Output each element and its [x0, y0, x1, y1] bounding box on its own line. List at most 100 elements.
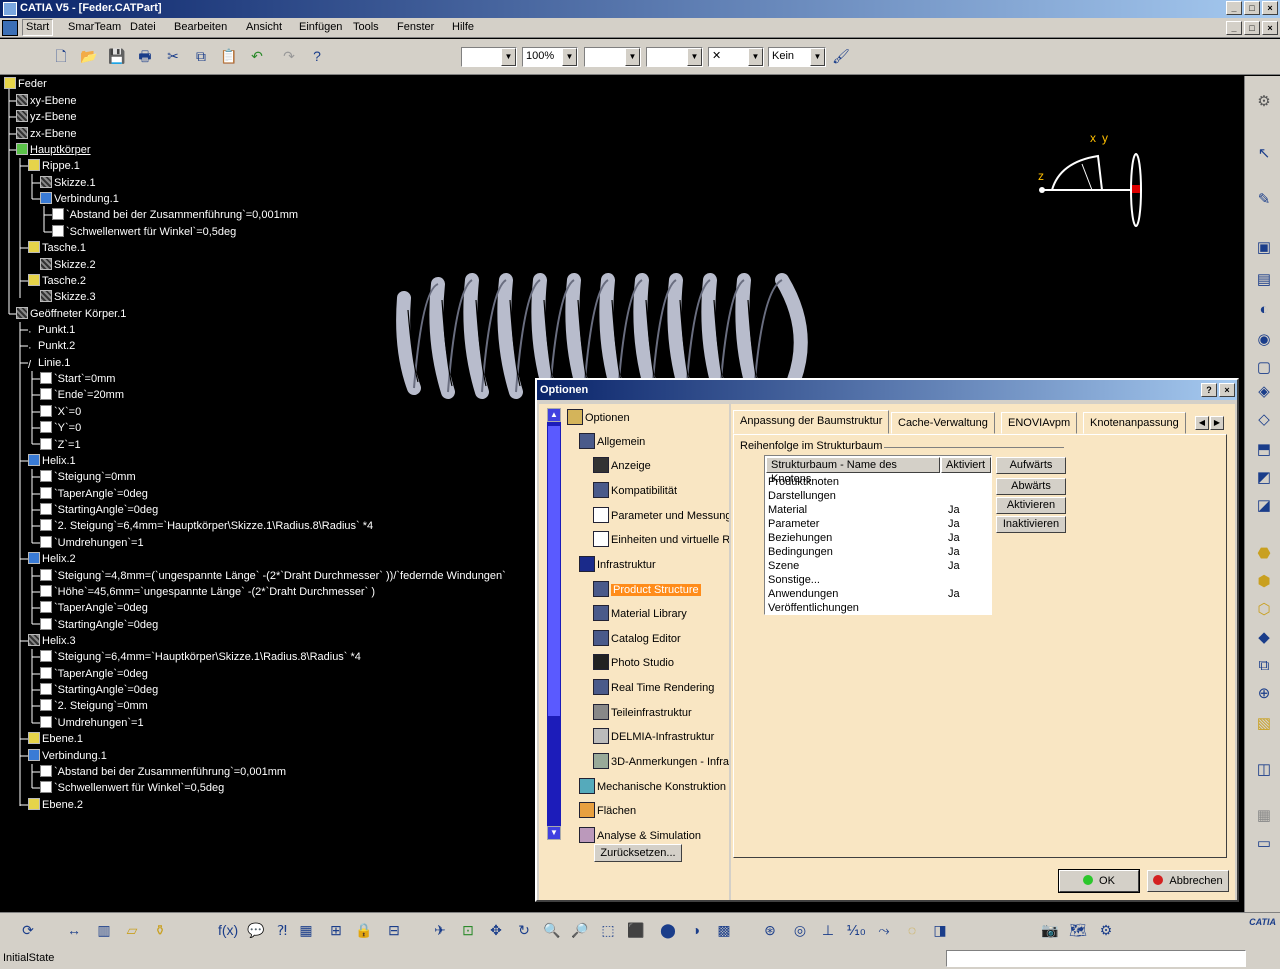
zoom-in-icon[interactable]: 🔍 — [542, 920, 562, 940]
ok-button[interactable]: OK — [1058, 869, 1140, 893]
pad-icon[interactable]: ▣ — [1254, 238, 1274, 258]
tree-node[interactable]: xy-Ebene — [16, 93, 76, 109]
zoom-combo[interactable]: 100% ▼ — [522, 47, 578, 67]
mirror-icon[interactable]: ⧉ — [1254, 656, 1274, 676]
tree-node[interactable]: Tasche.2 — [28, 273, 86, 289]
tab-node-customization[interactable]: Knotenanpassung — [1083, 412, 1186, 434]
knowledge-icon[interactable]: 💬 — [246, 920, 266, 940]
swap-space-icon[interactable]: ▩ — [714, 920, 734, 940]
close-button[interactable]: × — [1262, 1, 1278, 15]
activate-button[interactable]: Aktivieren — [996, 497, 1066, 514]
tree-node[interactable]: Ebene.2 — [28, 797, 83, 813]
tree-node[interactable]: `Abstand bei der Zusammenführung`=0,001m… — [40, 764, 286, 780]
catia-app-icon[interactable] — [3, 2, 17, 16]
plane-tool-icon[interactable]: ▱ — [122, 920, 142, 940]
save-icon[interactable]: 💾 — [108, 47, 126, 65]
doc-close-button[interactable]: × — [1262, 21, 1278, 35]
tree-node[interactable]: `Start`=0mm — [40, 371, 115, 387]
apply-material-icon[interactable]: ◨ — [930, 920, 950, 940]
mass-icon[interactable]: ⚱ — [150, 920, 170, 940]
tree-node[interactable]: `Abstand bei der Zusammenführung`=0,001m… — [52, 207, 298, 223]
painter-icon[interactable]: 🖌 — [832, 47, 850, 65]
annotation-icon[interactable]: ▦ — [1254, 806, 1274, 826]
tree-node[interactable]: `StartingAngle`=0deg — [40, 617, 158, 633]
dialog-title-bar[interactable]: Optionen ? × — [537, 380, 1237, 400]
law-icon[interactable]: ⁈ — [272, 920, 292, 940]
measure-between-icon[interactable]: ↔ — [64, 920, 84, 940]
reset-button[interactable]: Zurücksetzen... — [594, 844, 682, 862]
option-allgemein[interactable]: Allgemein — [579, 432, 645, 452]
tab-cache[interactable]: Cache-Verwaltung — [891, 412, 995, 434]
tree-node[interactable]: `TaperAngle`=0deg — [40, 666, 148, 682]
design-table-icon[interactable]: ⊞ — [326, 920, 346, 940]
fly-mode-icon[interactable]: ✈ — [430, 920, 450, 940]
line-style-combo[interactable]: ▼ — [584, 47, 641, 67]
menu-hilfe[interactable]: Hilfe — [452, 21, 474, 33]
tab-left-icon[interactable]: ◀ — [1195, 416, 1209, 430]
tree-node[interactable]: `Steigung`=0mm — [40, 469, 136, 485]
option-teileinfrastruktur[interactable]: Teileinfrastruktur — [593, 703, 692, 723]
tree-node[interactable]: `StartingAngle`=0deg — [40, 502, 158, 518]
tree-node[interactable]: Helix.3 — [28, 633, 76, 649]
slot-icon[interactable]: ◈ — [1254, 382, 1274, 402]
option-delmia[interactable]: DELMIA-Infrastruktur — [593, 727, 714, 747]
line-weight-combo[interactable]: ▼ — [646, 47, 703, 67]
menu-ansicht[interactable]: Ansicht — [246, 21, 282, 33]
menu-bearbeiten[interactable]: Bearbeiten — [174, 21, 227, 33]
undo-icon[interactable]: ↶ — [248, 47, 266, 65]
tree-node[interactable]: / Linie.1 — [28, 355, 70, 371]
option-mech-design[interactable]: Mechanische Konstruktion — [579, 777, 726, 797]
analysis-icon[interactable]: ▭ — [1254, 834, 1274, 854]
option-parameter[interactable]: Parameter und Messungen — [593, 506, 729, 526]
list-item[interactable]: Bedingungen Ja — [768, 545, 988, 559]
tree-node[interactable]: Tasche.1 — [28, 240, 86, 256]
menu-einfuegen[interactable]: Einfügen — [299, 21, 342, 33]
option-infrastruktur[interactable]: Infrastruktur — [579, 555, 656, 575]
list-item[interactable]: Produktknoten — [768, 475, 988, 489]
menu-tools[interactable]: Tools — [353, 21, 379, 33]
material-icon[interactable]: ◎ — [790, 920, 810, 940]
zoom-out-icon[interactable]: 🔎 — [570, 920, 590, 940]
options-scrollbar[interactable]: ▲ ▼ — [547, 408, 561, 840]
pan-icon[interactable]: ✥ — [486, 920, 506, 940]
resize-grip[interactable] — [1249, 951, 1277, 966]
compass-tool-icon[interactable]: ◌ — [902, 920, 922, 940]
list-item[interactable]: Sonstige... — [768, 573, 988, 587]
hide-show-icon[interactable]: ◑ — [686, 920, 706, 940]
tree-node[interactable]: `Steigung`=4,8mm=(`ungespannte Länge` -(… — [40, 568, 506, 584]
formula-tool-icon[interactable]: f(x) — [218, 920, 238, 940]
document-icon[interactable] — [2, 20, 18, 36]
snap-icon[interactable]: ⤳ — [874, 920, 894, 940]
command-input[interactable] — [946, 950, 1246, 967]
fill-color-combo[interactable]: ▼ — [461, 47, 517, 67]
help-button[interactable]: ? — [1201, 383, 1217, 397]
tree-node[interactable]: `Schwellenwert für Winkel`=0,5deg — [40, 780, 224, 796]
option-root[interactable]: Optionen — [567, 408, 630, 428]
lock-icon[interactable]: 🔒 — [354, 920, 374, 940]
list-item[interactable]: Szene Ja — [768, 559, 988, 573]
fillet-icon[interactable]: ◩ — [1254, 468, 1274, 488]
gear-icon[interactable]: ⚙ — [1254, 92, 1274, 112]
list-item[interactable]: Parameter Ja — [768, 517, 988, 531]
tree-node[interactable]: `StartingAngle`=0deg — [40, 682, 158, 698]
menu-smarteam[interactable]: SmarTeam — [68, 21, 121, 33]
scroll-thumb[interactable] — [548, 426, 560, 716]
thread-icon[interactable]: ⬡ — [1254, 600, 1274, 620]
print-icon[interactable]: 🖶 — [136, 47, 154, 65]
insert-body-icon[interactable]: ◫ — [1254, 760, 1274, 780]
select-icon[interactable]: ↖ — [1254, 144, 1274, 164]
redo-icon[interactable]: ↷ — [280, 47, 298, 65]
tree-node[interactable]: `Z`=1 — [40, 437, 81, 453]
cancel-button[interactable]: Abbrechen — [1147, 870, 1229, 892]
pocket-tool-icon[interactable]: ▤ — [1254, 270, 1274, 290]
tab-right-icon[interactable]: ▶ — [1210, 416, 1224, 430]
axis-icon[interactable]: ⊥ — [818, 920, 838, 940]
measure-item-icon[interactable]: ▥ — [94, 920, 114, 940]
option-flaechen[interactable]: Flächen — [579, 801, 636, 821]
maximize-button[interactable]: □ — [1244, 1, 1260, 15]
settings-icon[interactable]: ⚙ — [1096, 920, 1116, 940]
parameter-list-icon[interactable]: ⊟ — [384, 920, 404, 940]
tree-node[interactable]: Ebene.1 — [28, 731, 83, 747]
move-up-button[interactable]: Aufwärts — [996, 457, 1066, 474]
normal-view-icon[interactable]: ⬚ — [598, 920, 618, 940]
